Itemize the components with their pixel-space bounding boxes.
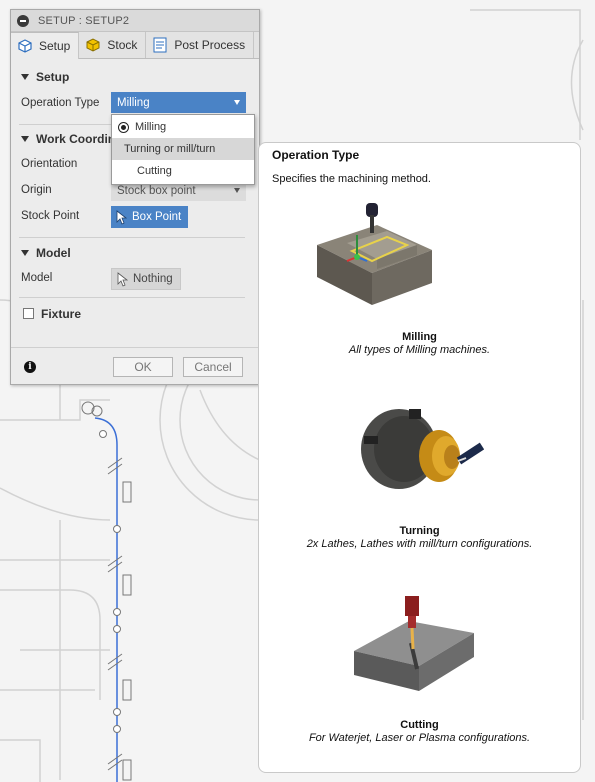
tab-post-process[interactable]: Post Process [146, 32, 255, 58]
dialog-title: SETUP : SETUP2 [38, 14, 130, 27]
stock-point-label: Stock Point [21, 210, 80, 222]
caret-down-icon [21, 250, 29, 256]
fixture-label: Fixture [41, 307, 82, 321]
model-label: Model [21, 272, 53, 284]
cursor-icon [117, 271, 128, 287]
milling-illustration [317, 203, 432, 305]
divider [19, 297, 245, 298]
turning-option-name: Turning [399, 525, 440, 537]
tab-stock[interactable]: Stock [79, 32, 147, 58]
chevron-down-icon [234, 100, 240, 105]
cursor-icon [116, 209, 127, 225]
setup-icon [18, 39, 32, 53]
model-section-header[interactable]: Model [21, 246, 71, 260]
setup-section-title: Setup [36, 70, 70, 84]
dialog-titlebar[interactable]: SETUP : SETUP2 [11, 10, 259, 32]
dropdown-option-cutting[interactable]: Cutting [112, 160, 254, 182]
operation-type-label: Operation Type [21, 97, 100, 109]
operation-type-select[interactable]: Milling [111, 92, 246, 113]
collapse-icon[interactable] [17, 14, 29, 27]
tab-post-process-label: Post Process [174, 38, 246, 52]
stock-icon [86, 38, 100, 52]
origin-value: Stock box point [117, 184, 196, 197]
turning-option-description: 2x Lathes, Lathes with mill/turn configu… [306, 538, 533, 550]
ok-button[interactable]: OK [113, 357, 173, 377]
caret-down-icon [21, 136, 29, 142]
stock-point-button[interactable]: Box Point [111, 206, 189, 228]
cancel-button[interactable]: Cancel [183, 357, 243, 377]
stock-point-button-label: Box Point [132, 211, 182, 223]
tooltip-title: Operation Type [272, 148, 360, 162]
tab-setup[interactable]: Setup [11, 32, 80, 59]
chevron-down-icon [234, 188, 240, 193]
operation-type-tooltip: Operation Type Specifies the machining m… [258, 142, 581, 773]
model-button-label: Nothing [133, 273, 173, 285]
tab-stock-label: Stock [107, 38, 138, 52]
setup-section-header[interactable]: Setup [21, 70, 69, 84]
divider [19, 237, 245, 238]
milling-option-name: Milling [402, 331, 437, 343]
dropdown-option-label: Milling [135, 121, 167, 133]
constraint-glyphs [81, 401, 132, 781]
model-select-button[interactable]: Nothing [111, 268, 181, 290]
tab-setup-label: Setup [39, 39, 71, 53]
dropdown-option-label: Turning or mill/turn [124, 143, 216, 155]
dropdown-option-milling[interactable]: Milling [112, 116, 254, 138]
origin-label: Origin [21, 184, 52, 196]
dialog-tabs: Setup Stock Post Process [11, 32, 259, 59]
operation-type-value: Milling [117, 96, 150, 109]
fixture-checkbox[interactable] [23, 308, 34, 319]
model-section-title: Model [36, 246, 71, 260]
milling-option-description: All types of Milling machines. [348, 344, 491, 356]
tooltip-description: Specifies the machining method. [272, 173, 431, 185]
orientation-label: Orientation [21, 158, 78, 170]
radio-selected-icon [118, 121, 129, 133]
setup-dialog: SETUP : SETUP2 Setup Stock Post Process [10, 9, 260, 385]
cutting-option-name: Cutting [400, 719, 439, 731]
cutting-illustration [354, 596, 474, 691]
post-process-icon [153, 37, 167, 53]
operation-type-dropdown: Milling Turning or mill/turn Cutting [111, 114, 255, 185]
caret-down-icon [21, 74, 29, 80]
turning-illustration [361, 409, 484, 489]
footer-divider [11, 347, 259, 348]
dropdown-option-turning[interactable]: Turning or mill/turn [112, 138, 254, 160]
dropdown-option-label: Cutting [137, 165, 172, 177]
cutting-option-description: For Waterjet, Laser or Plasma configurat… [308, 732, 531, 744]
info-icon[interactable]: i [24, 361, 36, 373]
